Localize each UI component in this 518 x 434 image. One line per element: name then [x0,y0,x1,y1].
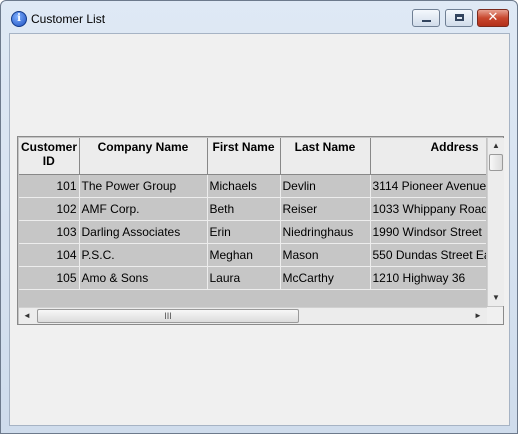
column-header-last-name[interactable]: Last Name [280,138,371,175]
window-title: Customer List [31,12,106,26]
last-name-cell[interactable]: Devlin [280,174,371,198]
vertical-scroll-thumb[interactable] [489,154,503,171]
company-name-cell[interactable]: Amo & Sons [79,266,208,290]
address-cell[interactable]: 3114 Pioneer Avenue [370,174,486,198]
company-name-cell[interactable]: The Power Group [79,174,208,198]
address-cell[interactable]: 550 Dundas Street East [370,243,486,267]
horizontal-scrollbar[interactable]: ◄ III ► [19,307,487,324]
company-name-cell[interactable]: AMF Corp. [79,197,208,221]
customer-grid: Customer ID Company Name First Name Last… [17,136,504,325]
title-bar[interactable]: i Customer List ✕ [1,1,517,33]
customer-id-cell[interactable]: 103 [19,220,80,244]
company-name-cell[interactable]: Darling Associates [79,220,208,244]
minimize-icon [422,20,431,22]
column-header-first-name[interactable]: First Name [207,138,281,175]
grip-icon: III [164,311,172,321]
horizontal-scroll-thumb[interactable]: III [37,309,299,323]
last-name-cell[interactable]: McCarthy [280,266,371,290]
table-row[interactable]: 104 P.S.C. Meghan Mason 550 Dundas Stree… [19,243,486,267]
first-name-cell[interactable]: Laura [207,266,281,290]
maximize-button[interactable] [445,9,473,27]
customer-list-window: i Customer List ✕ Customer ID Company Na… [0,0,518,434]
address-cell[interactable]: 1990 Windsor Street [370,220,486,244]
last-name-cell[interactable]: Niedringhaus [280,220,371,244]
customer-id-cell[interactable]: 101 [19,174,80,198]
address-cell[interactable]: 1033 Whippany Road [370,197,486,221]
first-name-cell[interactable]: Erin [207,220,281,244]
column-header-customer-id[interactable]: Customer ID [19,138,80,175]
column-header-company-name[interactable]: Company Name [79,138,208,175]
maximize-icon [455,14,464,21]
column-header-address[interactable]: Address [370,138,486,175]
customer-id-cell[interactable]: 105 [19,266,80,290]
scrollbar-corner [487,307,503,324]
customer-id-cell[interactable]: 102 [19,197,80,221]
scroll-right-icon[interactable]: ► [470,308,486,324]
vertical-scrollbar[interactable]: ▲ ▼ [487,138,504,306]
table-row[interactable]: 101 The Power Group Michaels Devlin 3114… [19,174,486,198]
first-name-cell[interactable]: Michaels [207,174,281,198]
first-name-cell[interactable]: Meghan [207,243,281,267]
customer-table: Customer ID Company Name First Name Last… [19,138,486,290]
table-row[interactable]: 103 Darling Associates Erin Niedringhaus… [19,220,486,244]
scroll-left-icon[interactable]: ◄ [19,308,35,324]
table-row[interactable]: 105 Amo & Sons Laura McCarthy 1210 Highw… [19,266,486,290]
first-name-cell[interactable]: Beth [207,197,281,221]
minimize-button[interactable] [412,9,440,27]
company-name-cell[interactable]: P.S.C. [79,243,208,267]
scroll-up-icon[interactable]: ▲ [488,138,504,154]
scroll-down-icon[interactable]: ▼ [488,290,504,306]
close-icon: ✕ [487,10,499,25]
info-icon: i [11,11,27,27]
table-row[interactable]: 102 AMF Corp. Beth Reiser 1033 Whippany … [19,197,486,221]
last-name-cell[interactable]: Mason [280,243,371,267]
close-button[interactable]: ✕ [477,9,509,27]
header-row: Customer ID Company Name First Name Last… [19,138,486,175]
customer-id-cell[interactable]: 104 [19,243,80,267]
last-name-cell[interactable]: Reiser [280,197,371,221]
address-cell[interactable]: 1210 Highway 36 [370,266,486,290]
grid-viewport: Customer ID Company Name First Name Last… [19,138,486,306]
